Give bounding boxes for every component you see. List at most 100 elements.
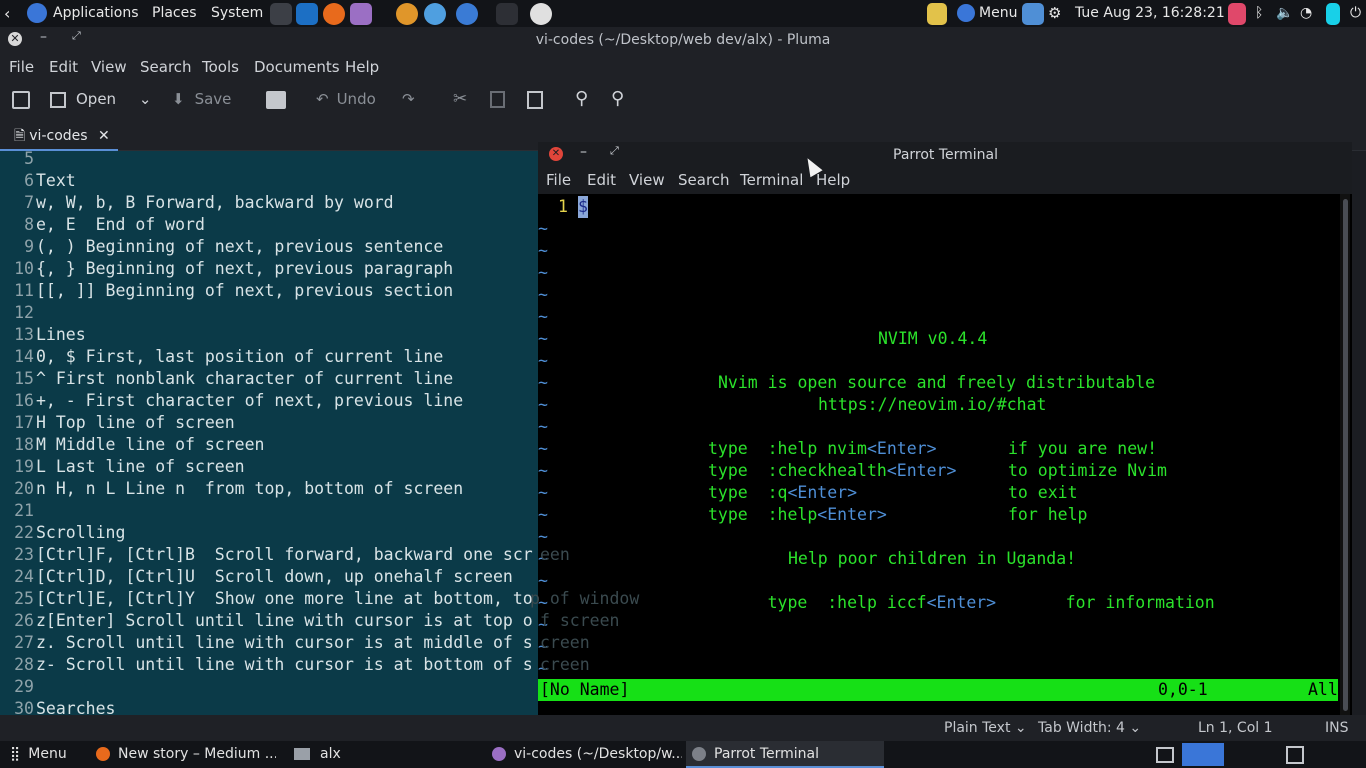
mail-icon[interactable] (927, 3, 947, 25)
tab-width-selector[interactable]: Tab Width: 4 ⌄ (1038, 720, 1141, 736)
task-alx[interactable]: alx (294, 741, 434, 768)
places-menu[interactable]: Places (152, 0, 197, 27)
editor-line[interactable]: 21 (0, 500, 36, 522)
terminal-menu-edit[interactable]: Edit (587, 171, 616, 189)
editor-line[interactable]: 22 Scrolling (0, 522, 125, 544)
editor-line[interactable]: 30 Searches (0, 698, 115, 715)
app-launcher-icon[interactable] (496, 3, 518, 25)
taskbar-menu-button[interactable]: ⣿ Menu (10, 741, 67, 768)
bluetooth-icon[interactable]: ᛒ (1255, 0, 1263, 27)
workspace-switcher[interactable] (1182, 743, 1224, 766)
status-icon[interactable] (1228, 3, 1246, 25)
terminal-menu-help[interactable]: Help (816, 171, 850, 189)
menu-help[interactable]: Help (345, 58, 379, 76)
maximize-icon[interactable]: ⤢ (610, 144, 619, 158)
task-parrot-terminal[interactable]: Parrot Terminal (686, 741, 884, 768)
save-button[interactable]: ⬇ Save (172, 90, 231, 108)
editor-line[interactable]: 29 (0, 676, 36, 698)
battery-icon[interactable] (1326, 3, 1340, 25)
terminal-scrollbar[interactable] (1340, 194, 1350, 715)
slack-launcher-icon[interactable] (530, 3, 552, 25)
chevron-left-icon[interactable]: ‹ (4, 0, 18, 27)
cut-icon[interactable]: ✂ (453, 89, 467, 109)
menu-button[interactable]: Menu (957, 0, 1017, 27)
search-replace-icon[interactable]: ⚲ (611, 88, 624, 109)
editor-line[interactable]: 20 n H, n L Line n from top, bottom of sc… (0, 478, 463, 500)
firefox-launcher-icon[interactable] (323, 3, 345, 25)
new-document-icon[interactable] (12, 91, 30, 109)
power-icon[interactable]: ⏻ (1350, 0, 1361, 27)
editor-line[interactable]: 10 {, } Beginning of next, previous parag… (0, 258, 453, 280)
tab-vi-codes[interactable]: 🗎 vi-codes ✕ (0, 121, 118, 151)
line-number: 25 (14, 589, 34, 608)
task-medium[interactable]: New story – Medium ... (96, 741, 276, 768)
editor-line[interactable]: 12 (0, 302, 36, 324)
editor-line[interactable]: 28 z- Scroll until line with cursor is at… (0, 654, 533, 676)
network-launcher-icon[interactable] (424, 3, 446, 25)
editor-line[interactable]: 6 Text (0, 170, 76, 192)
editor-line[interactable]: 25 [Ctrl]E, [Ctrl]Y Show one more line at… (0, 588, 533, 610)
trash-icon[interactable] (1286, 746, 1304, 764)
menu-search[interactable]: Search (140, 58, 192, 76)
applications-menu[interactable]: Applications (27, 0, 139, 27)
menu-edit[interactable]: Edit (49, 58, 78, 76)
editor-line[interactable]: 16 +, - First character of next, previous… (0, 390, 463, 412)
text-editor-launcher-icon[interactable] (350, 3, 372, 25)
chevron-down-icon[interactable]: ⌄ (139, 90, 152, 108)
editor-line[interactable]: 15 ^ First nonblank character of current … (0, 368, 453, 390)
system-menu[interactable]: System (211, 0, 263, 27)
terminal-screen[interactable]: 1 $ ~ ~ ~ ~ ~ ~ ~ ~ ~ ~ ~ ~ ~ ~ ~ ~ ~ ~ ~ ~ ~ NVIM v0.4.4 Nv… (538, 194, 1352, 715)
cursor-position: Ln 1, Col 1 (1198, 720, 1273, 736)
editor-text-area[interactable]: 5 6 Text 7 w, W, b, B Forward, backward by w… (0, 151, 540, 715)
close-tab-icon[interactable]: ✕ (98, 128, 110, 144)
menu-view[interactable]: View (91, 58, 127, 76)
gear-icon[interactable]: ⚙ (1048, 0, 1061, 27)
editor-line[interactable]: 17 H Top line of screen (0, 412, 235, 434)
wifi-icon[interactable]: ◔ (1300, 0, 1312, 27)
menu-file[interactable]: File (9, 58, 34, 76)
terminal-menu-search[interactable]: Search (678, 171, 730, 189)
language-selector[interactable]: Plain Text ⌄ (944, 720, 1027, 736)
editor-line[interactable]: 13 Lines (0, 324, 86, 346)
editor-line[interactable]: 7 w, W, b, B Forward, backward by word (0, 192, 394, 214)
paste-icon[interactable] (527, 91, 543, 109)
print-icon[interactable] (266, 91, 286, 109)
copy-icon[interactable] (490, 91, 505, 108)
minimize-icon[interactable]: – (580, 144, 587, 160)
line-number: 16 (14, 391, 34, 410)
scrollbar-thumb[interactable] (1343, 199, 1348, 711)
vscode-launcher-icon[interactable] (296, 3, 318, 25)
undo-button[interactable]: ↶ Undo (316, 90, 376, 108)
tools-launcher-icon[interactable] (396, 3, 418, 25)
editor-line[interactable]: 24 [Ctrl]D, [Ctrl]U Scroll down, up oneha… (0, 566, 513, 588)
editor-line[interactable]: 23 [Ctrl]F, [Ctrl]B Scroll forward, backw… (0, 544, 533, 566)
volume-icon[interactable]: 🔈 (1276, 0, 1293, 27)
editor-line[interactable]: 19 L Last line of screen (0, 456, 245, 478)
terminal-menu-file[interactable]: File (546, 171, 571, 189)
chrome-launcher-icon[interactable] (456, 3, 478, 25)
open-button[interactable]: Open ⌄ (50, 90, 151, 108)
terminal-launcher-icon[interactable] (270, 3, 292, 25)
vim-empty-line-marker: ~ (538, 241, 548, 260)
vim-empty-line-marker: ~ (538, 329, 548, 348)
vim-empty-line-marker: ~ (538, 373, 548, 392)
editor-line[interactable]: 18 M Middle line of screen (0, 434, 264, 456)
clock[interactable]: Tue Aug 23, 16:28:21 (1075, 0, 1225, 27)
menu-tools[interactable]: Tools (202, 58, 239, 76)
terminal-menu-terminal[interactable]: Terminal (740, 171, 803, 189)
editor-line[interactable]: 14 0, $ First, last position of current l… (0, 346, 443, 368)
editor-line[interactable]: 9 (, ) Beginning of next, previous senten… (0, 236, 443, 258)
redo-icon[interactable]: ↷ (402, 90, 415, 108)
editor-line[interactable]: 5 (0, 151, 36, 170)
menu-documents[interactable]: Documents (254, 58, 340, 76)
search-icon[interactable]: ⚲ (575, 88, 588, 109)
terminal-menu-view[interactable]: View (629, 171, 665, 189)
editor-line[interactable]: 26 z[Enter] Scroll until line with cursor… (0, 610, 533, 632)
editor-line[interactable]: 8 e, E End of word (0, 214, 205, 236)
editor-line[interactable]: 11 [[, ]] Beginning of next, previous sec… (0, 280, 453, 302)
notes-icon[interactable] (1022, 3, 1044, 25)
editor-line[interactable]: 27 z. Scroll until line with cursor is at… (0, 632, 533, 654)
workspace-icon[interactable] (1156, 747, 1174, 763)
task-vi-codes[interactable]: vi-codes (~/Desktop/w... (492, 741, 682, 768)
close-icon[interactable]: ✕ (549, 147, 563, 161)
